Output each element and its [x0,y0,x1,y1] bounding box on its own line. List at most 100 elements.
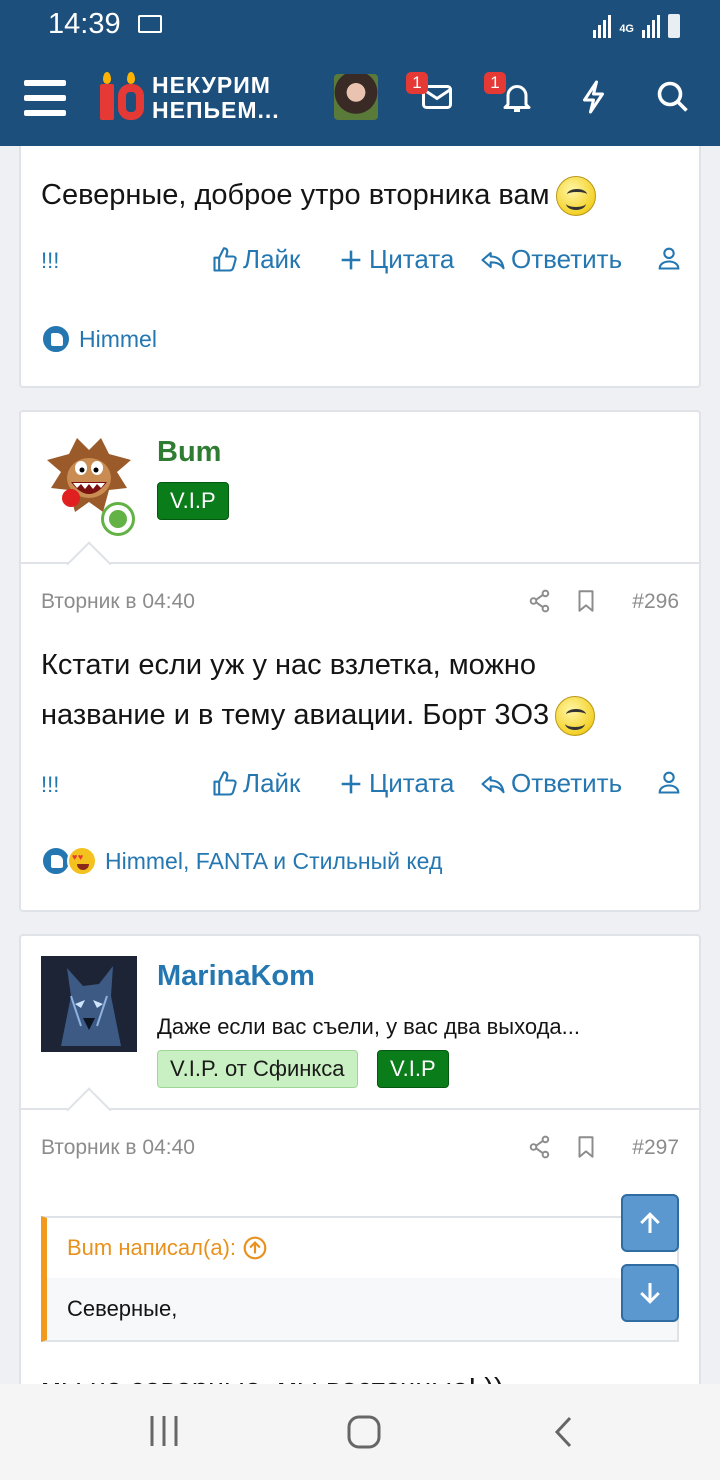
birthday-candle-icon [98,72,146,124]
reactions-users[interactable]: Himmel, FANTA и Стильный кед [105,848,442,875]
search-icon [657,81,688,112]
post-message: Северные, доброе утро вторника вам [41,170,596,220]
thread-content: Северные, доброе утро вторника вам !!! Л… [0,146,720,1384]
arrow-down-icon [640,1283,660,1304]
logo-line1: НЕКУРИМ [152,72,271,98]
user-icon [658,247,680,270]
post-date[interactable]: Вторник в 04:40 [41,1136,195,1160]
home-icon [347,1415,381,1449]
post-meta: Вторник в 04:40 #297 [41,1134,679,1166]
quote-text: Северные, [67,1296,178,1321]
alerts-badge: 1 [484,72,506,94]
report-button[interactable]: !!! [41,248,59,274]
arrow-up-icon [640,1212,660,1233]
post-card: Bum V.I.P Вторник в 04:40 #296 Кстати ес… [19,410,701,912]
status-time: 14:39 [48,8,121,40]
quote-button[interactable]: Цитата [337,768,454,799]
post-actions: !!! Лайк Цитата Ответить [41,768,680,808]
user-banner-vip: V.I.P [157,482,229,520]
reply-label: Ответить [511,768,623,798]
quote-button[interactable]: Цитата [337,244,454,275]
scroll-bottom-button[interactable] [621,1264,679,1322]
post-card: Северные, доброе утро вторника вам !!! Л… [19,146,701,388]
wolf-avatar-icon [41,956,137,1052]
post-meta: Вторник в 04:40 #296 [41,588,679,620]
signal-icon [593,15,612,38]
post-message: мы не северные, мы восточные! )) [41,1364,504,1384]
recent-apps-button[interactable] [148,1414,180,1453]
bookmark-icon[interactable] [573,1134,599,1166]
user-title: Даже если вас съели, у вас два выхода... [157,1014,581,1039]
lightning-icon [583,80,604,114]
battery-icon [668,14,680,38]
reactions-bar[interactable]: Himmel, FANTA и Стильный кед [41,846,442,876]
signal-icon-2 [642,15,660,38]
reply-icon [481,775,505,793]
reply-icon [481,251,505,269]
search-button[interactable] [650,74,696,120]
plus-icon [341,250,361,269]
quote-block: Bum написал(а): Северные, [41,1216,679,1342]
user-profile-button[interactable] [655,244,683,272]
alerts-button[interactable]: 1 [484,72,540,120]
reply-label: Ответить [511,244,623,274]
post-number[interactable]: #297 [632,1136,679,1160]
share-icon[interactable] [527,588,553,620]
post-date[interactable]: Вторник в 04:40 [41,590,195,614]
thumbs-up-icon [213,770,237,796]
user-banner-vip-sphinx: V.I.P. от Сфинкса [157,1050,358,1088]
logo-text: НЕКУРИМ НЕПЬЕМ... [152,73,280,123]
back-icon [554,1416,572,1448]
post-message: Кстати если уж у нас взлетка, можно назв… [41,640,596,740]
post-actions: !!! Лайк Цитата Ответить [41,244,680,284]
status-bar: 14:39 4G [0,0,720,50]
logo-line2: НЕПЬЕМ... [152,97,280,123]
post-user-header: MarinaKom Даже если вас съели, у вас два… [21,936,699,1110]
reply-button[interactable]: Ответить [479,244,622,275]
thumbs-up-icon [213,246,237,272]
username[interactable]: MarinaKom [157,960,315,993]
love-reaction-icon [67,846,97,876]
scroll-top-button[interactable] [621,1194,679,1252]
site-logo[interactable]: НЕКУРИМ НЕПЬЕМ... [98,72,280,124]
back-button[interactable] [552,1414,576,1455]
inbox-button[interactable]: 1 [406,72,460,120]
post-card: MarinaKom Даже если вас съели, у вас два… [19,934,701,1384]
quote-header[interactable]: Bum написал(а): [47,1218,677,1278]
network-type: 4G [619,23,634,35]
home-button[interactable] [346,1414,382,1455]
report-button[interactable]: !!! [41,772,59,798]
reply-button[interactable]: Ответить [479,768,622,799]
share-icon[interactable] [527,1134,553,1166]
inbox-badge: 1 [406,72,428,94]
user-icon [658,771,680,794]
reactions-bar[interactable]: Himmel [41,324,157,354]
quote-author: Bum написал(а): [67,1235,237,1260]
like-label: Лайк [243,768,301,798]
system-navigation-bar [0,1384,720,1480]
post-user-header: Bum V.I.P [21,412,699,564]
user-avatar[interactable] [334,74,378,120]
recent-apps-icon [150,1416,178,1446]
like-button[interactable]: Лайк [211,244,300,275]
quote-label: Цитата [369,768,455,798]
online-status-icon [101,502,135,536]
plus-icon [341,774,361,793]
smile-emoji-icon [555,176,596,217]
whats-new-button[interactable] [572,74,618,120]
like-button[interactable]: Лайк [211,768,300,799]
menu-icon[interactable] [24,80,66,116]
user-avatar-wolf[interactable] [41,956,137,1052]
reactions-users[interactable]: Himmel [79,326,157,353]
username[interactable]: Bum [157,436,221,469]
smile-emoji-icon [555,696,596,737]
post-number[interactable]: #296 [632,590,679,614]
email-notification-icon [138,15,162,33]
user-profile-button[interactable] [655,768,683,796]
bookmark-icon[interactable] [573,588,599,620]
like-label: Лайк [243,244,301,274]
user-banner-vip: V.I.P [377,1050,449,1088]
like-reaction-icon [41,324,71,354]
status-indicators: 4G [593,10,680,38]
arrow-up-circle-icon[interactable] [242,1235,268,1261]
